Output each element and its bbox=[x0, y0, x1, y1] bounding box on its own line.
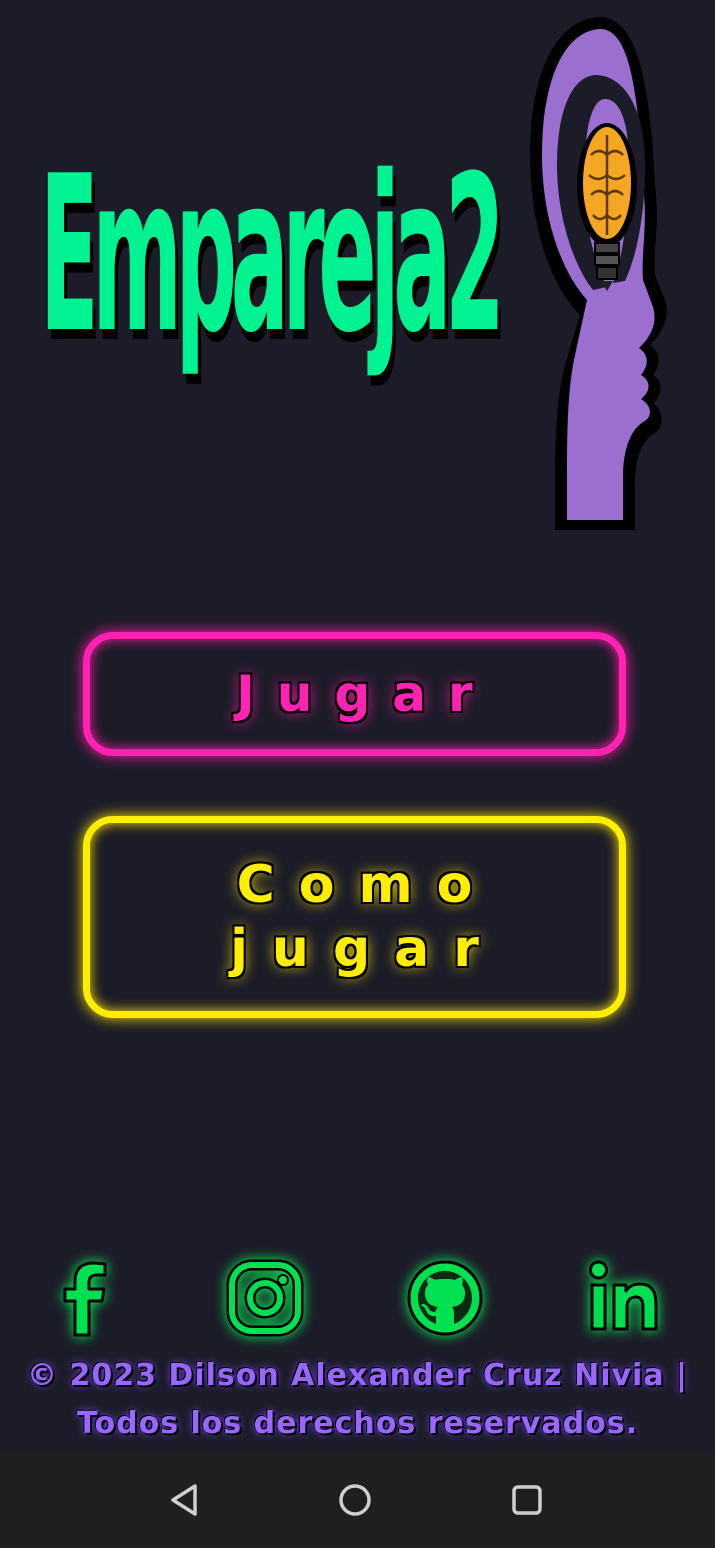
nav-home-button[interactable] bbox=[335, 1480, 375, 1520]
github-link[interactable] bbox=[404, 1257, 486, 1339]
system-navigation-bar bbox=[0, 1452, 715, 1548]
how-to-play-button[interactable]: Como jugar bbox=[83, 816, 626, 1018]
github-icon bbox=[407, 1260, 483, 1336]
copyright-line2: Todos los derechos reservados. bbox=[77, 1406, 638, 1441]
how-to-play-label-line1: Como bbox=[236, 855, 497, 915]
app-title: Empareja2 bbox=[40, 129, 505, 380]
nav-recents-button[interactable] bbox=[507, 1480, 547, 1520]
facebook-icon bbox=[63, 1261, 107, 1337]
back-triangle-icon bbox=[171, 1484, 197, 1516]
copyright-footer: © 2023 Dilson Alexander Cruz Nivia | Tod… bbox=[0, 1352, 715, 1448]
facebook-link[interactable] bbox=[45, 1257, 127, 1339]
play-button[interactable]: Jugar bbox=[83, 632, 626, 756]
instagram-icon bbox=[226, 1259, 304, 1337]
linkedin-link[interactable] bbox=[584, 1257, 666, 1339]
social-links bbox=[0, 1257, 715, 1339]
app-logo: Empareja2 bbox=[30, 15, 680, 555]
how-to-play-label: Como jugar bbox=[193, 853, 517, 981]
head-lightbulb-icon bbox=[530, 17, 667, 530]
copyright-line1: © 2023 Dilson Alexander Cruz Nivia | bbox=[27, 1358, 688, 1393]
linkedin-icon bbox=[589, 1260, 658, 1331]
how-to-play-label-line2: jugar bbox=[230, 919, 503, 979]
play-button-label: Jugar bbox=[236, 665, 495, 723]
home-circle-icon bbox=[339, 1484, 371, 1516]
instagram-link[interactable] bbox=[224, 1257, 306, 1339]
app-screen: Empareja2 Jugar Como jugar © 2023 Dilson… bbox=[0, 0, 715, 1548]
recents-square-icon bbox=[512, 1485, 542, 1515]
nav-back-button[interactable] bbox=[165, 1480, 205, 1520]
